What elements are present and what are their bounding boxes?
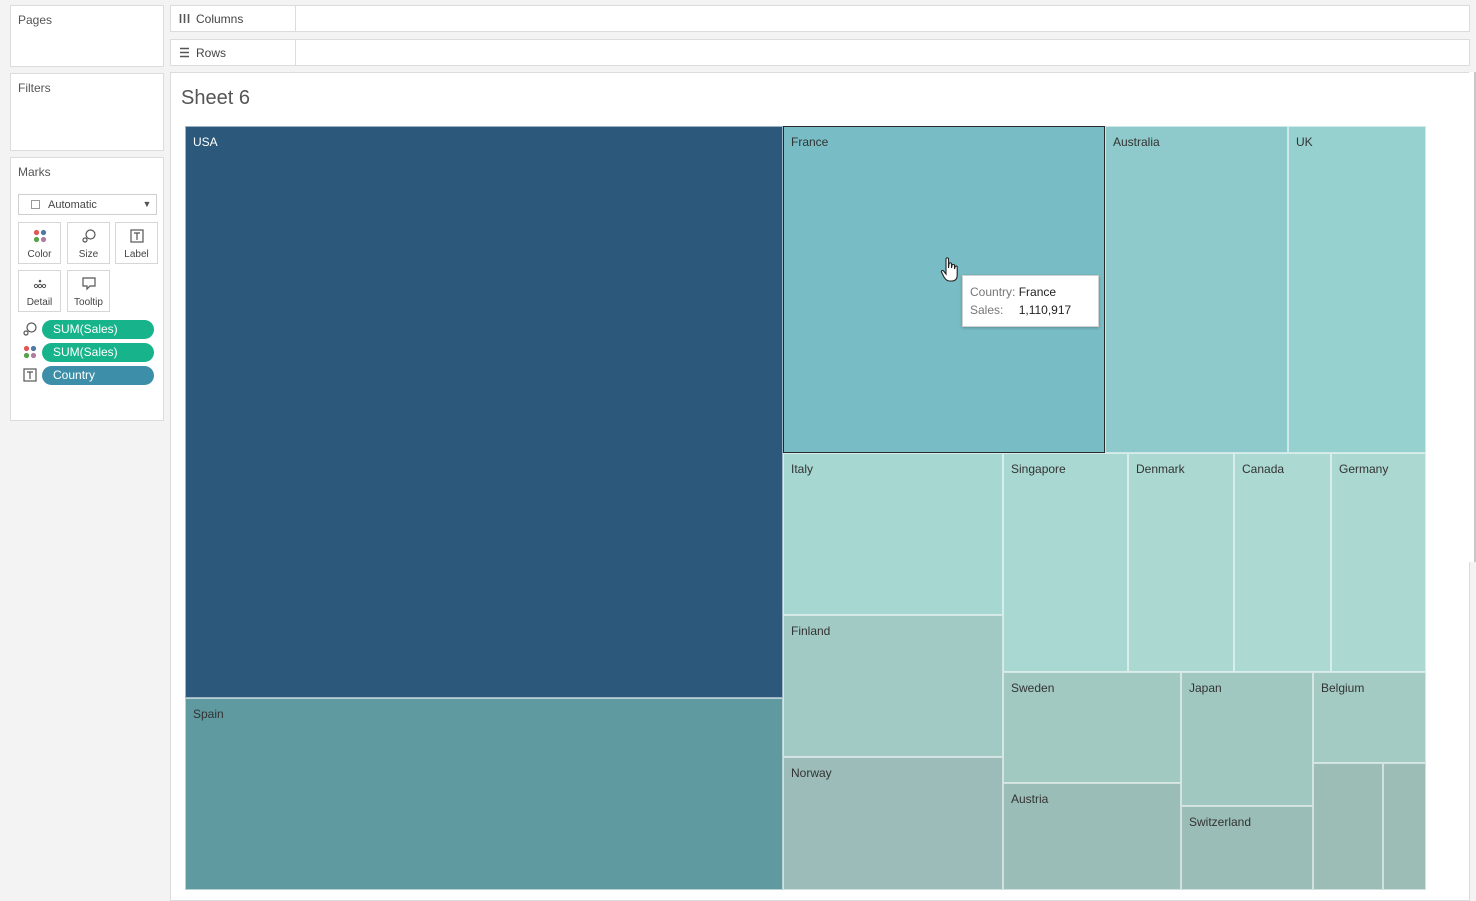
label-country-pill[interactable]: Country: [42, 366, 154, 385]
treemap-cell-finland[interactable]: Finland: [783, 615, 1003, 757]
label-icon: [116, 229, 157, 243]
size-button[interactable]: Size: [67, 222, 110, 264]
shelf-divider: [295, 40, 296, 65]
treemap-cell-label: Denmark: [1136, 462, 1185, 476]
marks-title: Marks: [18, 165, 51, 179]
label-icon: [23, 368, 37, 382]
pages-title: Pages: [18, 13, 53, 27]
marks-pill-row: SUM(Sales): [23, 343, 159, 362]
treemap-cell-spain[interactable]: Spain: [185, 698, 783, 890]
mark-type-icon: [31, 200, 40, 209]
size-button-label: Size: [78, 249, 99, 260]
marks-pill-row: SUM(Sales): [23, 320, 159, 339]
columns-shelf[interactable]: Columns: [170, 5, 1470, 32]
color-sales-pill[interactable]: SUM(Sales): [42, 343, 154, 362]
color-button-label: Color: [27, 249, 52, 260]
treemap-cell-singapore[interactable]: Singapore: [1003, 453, 1128, 672]
rows-icon: [179, 47, 190, 61]
treemap-cell-norway[interactable]: Norway: [783, 757, 1003, 890]
size-sales-pill[interactable]: SUM(Sales): [42, 320, 154, 339]
tooltip-icon: [68, 277, 109, 291]
color-dots-icon: [23, 345, 37, 359]
treemap-cell-belgium[interactable]: Belgium: [1313, 672, 1426, 763]
mark-type-dropdown[interactable]: Automatic ▼: [18, 194, 157, 215]
treemap-cell-australia[interactable]: Australia: [1105, 126, 1288, 453]
color-button[interactable]: Color: [18, 222, 61, 264]
detail-button[interactable]: Detail: [18, 270, 61, 312]
pages-card[interactable]: Pages: [10, 5, 164, 67]
size-icon: [68, 229, 109, 243]
treemap-cell-label: Austria: [1011, 792, 1049, 806]
treemap-cell-label: Sweden: [1011, 681, 1055, 695]
label-button-label: Label: [124, 249, 149, 260]
treemap-cell-uk[interactable]: UK: [1288, 126, 1426, 453]
label-button[interactable]: Label: [115, 222, 158, 264]
treemap-cell-germany[interactable]: Germany: [1331, 453, 1426, 672]
vertical-scrollbar[interactable]: [1469, 72, 1476, 562]
marks-card: Marks Automatic ▼ Color Size Label Detai…: [10, 157, 164, 421]
detail-icon: [19, 277, 60, 291]
filters-card[interactable]: Filters: [10, 73, 164, 151]
treemap-cell-label: Canada: [1242, 462, 1285, 476]
tooltip-sales-key: Sales:: [970, 303, 1004, 317]
treemap-cell-italy[interactable]: Italy: [783, 453, 1003, 615]
color-dots-icon: [19, 229, 60, 243]
treemap-cell-japan[interactable]: Japan: [1181, 672, 1313, 806]
hand-cursor-icon: [940, 256, 960, 287]
treemap-cell-label: Australia: [1113, 135, 1160, 149]
tooltip-popup: Country: France Sales: 1,110,917: [962, 275, 1099, 327]
treemap-cell-label: Germany: [1339, 462, 1389, 476]
treemap-cell-label: France: [791, 135, 829, 149]
treemap-cell-label: Singapore: [1011, 462, 1066, 476]
treemap-cell-unlabeled[interactable]: [1313, 763, 1383, 890]
detail-button-label: Detail: [26, 297, 53, 308]
shelf-divider: [295, 6, 296, 31]
columns-icon: [179, 13, 190, 27]
tooltip-country-value: France: [1018, 285, 1057, 299]
treemap-cell-denmark[interactable]: Denmark: [1128, 453, 1234, 672]
treemap-cell-label: Finland: [791, 624, 831, 638]
treemap-cell-label: UK: [1296, 135, 1313, 149]
tooltip-sales-value: 1,110,917: [1018, 303, 1072, 317]
marks-pill-row: Country: [23, 366, 159, 385]
treemap-cell-switzerland[interactable]: Switzerland: [1181, 806, 1313, 890]
treemap-cell-label: Norway: [791, 766, 832, 780]
columns-label: Columns: [196, 12, 244, 26]
tooltip-button-label: Tooltip: [74, 297, 103, 308]
treemap-cell-unlabeled[interactable]: [1383, 763, 1426, 890]
filters-title: Filters: [18, 81, 51, 95]
treemap-cell-sweden[interactable]: Sweden: [1003, 672, 1181, 783]
treemap-cell-label: Italy: [791, 462, 814, 476]
treemap-cell-label: Belgium: [1321, 681, 1365, 695]
treemap-cell-usa[interactable]: USA: [185, 126, 783, 698]
treemap-cell-label: Spain: [193, 707, 224, 721]
treemap-cell-label: Japan: [1189, 681, 1222, 695]
treemap-cell-label: Switzerland: [1189, 815, 1252, 829]
rows-label: Rows: [196, 46, 227, 60]
treemap-cell-canada[interactable]: Canada: [1234, 453, 1331, 672]
rows-shelf[interactable]: Rows: [170, 39, 1470, 66]
chevron-down-icon[interactable]: ▼: [138, 195, 156, 214]
tooltip-button[interactable]: Tooltip: [67, 270, 110, 312]
treemap-cell-austria[interactable]: Austria: [1003, 783, 1181, 890]
treemap-cell-label: USA: [193, 135, 218, 149]
sheet-title: Sheet 6: [181, 87, 250, 109]
mark-type-label: Automatic: [48, 199, 97, 211]
treemap-chart: USA Spain France Australia UK Italy Finland Nor…: [185, 126, 1426, 890]
size-icon: [23, 322, 37, 336]
tooltip-country-key: Country:: [970, 285, 1016, 299]
